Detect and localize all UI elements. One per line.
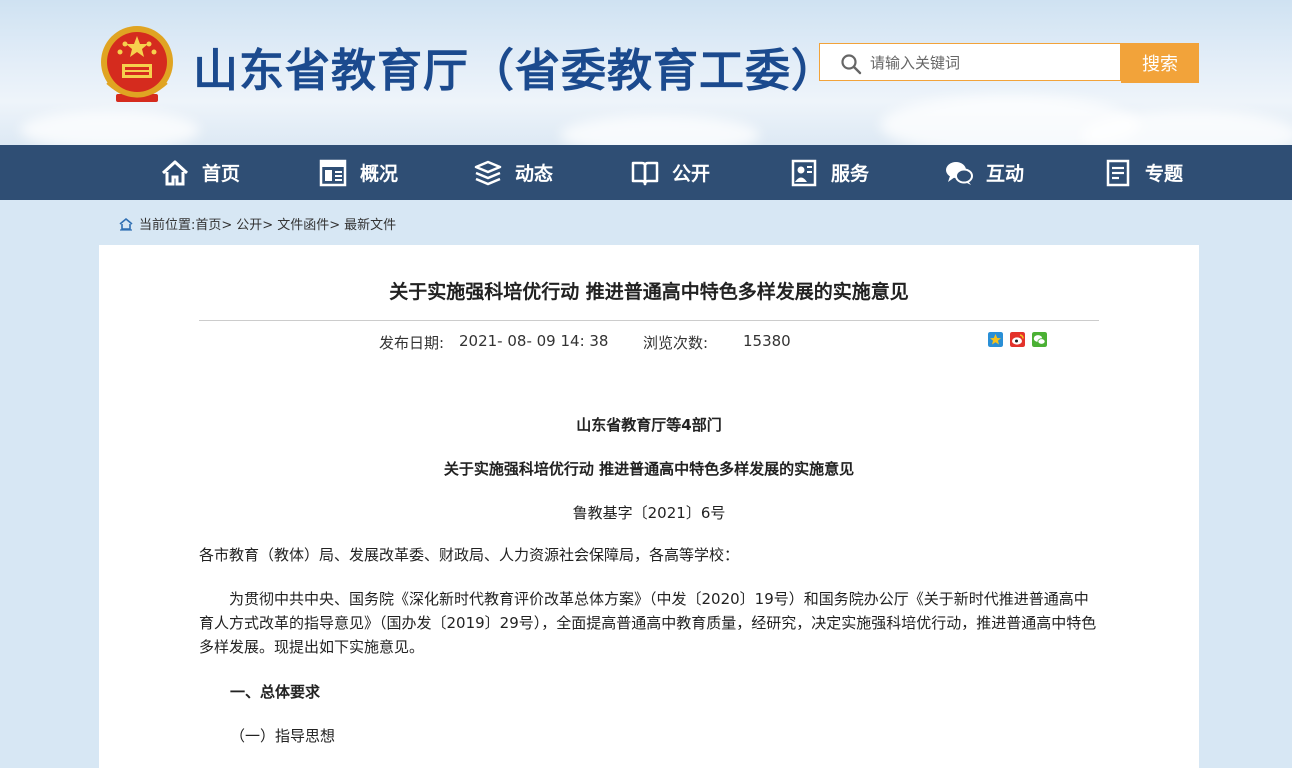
recipients-paragraph: 各市教育（教体）局、发展改革委、财政局、人力资源社会保障局，各高等学校： bbox=[199, 546, 740, 564]
views-count: 15380 bbox=[743, 332, 791, 350]
article-title: 关于实施强科培优行动 推进普通高中特色多样发展的实施意见 bbox=[389, 281, 909, 303]
views-label: 浏览次数: bbox=[643, 334, 709, 352]
search-input[interactable] bbox=[868, 48, 1117, 78]
nav-item-interact[interactable]: 互动 bbox=[944, 145, 1024, 200]
document-number: 鲁教基字〔2021〕6号 bbox=[572, 504, 726, 522]
breadcrumb-prefix: 当前位置: bbox=[139, 218, 196, 233]
breadcrumb-home-icon bbox=[119, 217, 133, 231]
nav-item-home[interactable]: 首页 bbox=[160, 145, 240, 200]
service-icon bbox=[791, 159, 817, 186]
section-heading: 一、总体要求 bbox=[230, 683, 321, 701]
publish-label: 发布日期: bbox=[379, 334, 445, 352]
nav-label: 公开 bbox=[672, 163, 711, 185]
publish-date: 2021- 08- 09 14: 38 bbox=[459, 332, 609, 350]
nav-label: 专题 bbox=[1145, 163, 1184, 185]
weibo-share-icon[interactable] bbox=[1010, 332, 1025, 347]
title-divider bbox=[199, 320, 1099, 321]
nav-item-topics[interactable]: 专题 bbox=[1103, 145, 1183, 200]
overview-icon bbox=[319, 159, 347, 186]
news-stack-icon bbox=[474, 160, 502, 185]
breadcrumb: 当前位置: 首页> 公开> 文件函件> 最新文件 bbox=[119, 214, 396, 233]
site-header: 山东省教育厅（省委教育工委） 搜索 bbox=[0, 0, 1292, 145]
breadcrumb-item-home[interactable]: 首页> bbox=[195, 214, 232, 233]
search-button[interactable]: 搜索 bbox=[1121, 43, 1199, 83]
nav-label: 首页 bbox=[202, 163, 241, 185]
nav-item-overview[interactable]: 概况 bbox=[318, 145, 398, 200]
book-icon bbox=[631, 161, 659, 185]
national-emblem-icon bbox=[101, 26, 173, 102]
main-nav: 首页 概况 动态 公开 服务 互动 专题 bbox=[0, 145, 1292, 200]
nav-item-news[interactable]: 动态 bbox=[473, 145, 553, 200]
breadcrumb-item-documents[interactable]: 文件函件> bbox=[277, 214, 340, 233]
article-panel: 关于实施强科培优行动 推进普通高中特色多样发展的实施意见 发布日期: 2021-… bbox=[99, 245, 1199, 768]
site-title: 山东省教育厅（省委教育工委） bbox=[193, 44, 838, 97]
issuer: 山东省教育厅等4部门 bbox=[576, 416, 722, 434]
breadcrumb-item-latest[interactable]: 最新文件 bbox=[344, 214, 396, 233]
nav-label: 服务 bbox=[831, 163, 870, 185]
nav-item-service[interactable]: 服务 bbox=[789, 145, 869, 200]
wechat-share-icon[interactable] bbox=[1032, 332, 1047, 347]
nav-label: 动态 bbox=[515, 163, 554, 185]
nav-label: 互动 bbox=[986, 163, 1025, 185]
document-icon bbox=[1106, 159, 1130, 186]
subsection-heading: （一）指导思想 bbox=[230, 727, 336, 745]
search-box[interactable] bbox=[819, 43, 1121, 81]
nav-item-public[interactable]: 公开 bbox=[630, 145, 710, 200]
chat-icon bbox=[946, 161, 973, 185]
qzone-share-icon[interactable] bbox=[988, 332, 1003, 347]
document-title: 关于实施强科培优行动 推进普通高中特色多样发展的实施意见 bbox=[443, 460, 855, 478]
nav-label: 概况 bbox=[360, 163, 399, 185]
breadcrumb-item-public[interactable]: 公开> bbox=[236, 214, 273, 233]
search-icon bbox=[841, 54, 862, 75]
intro-paragraph: 为贯彻中共中央、国务院《深化新时代教育评价改革总体方案》（中发〔2020〕19号… bbox=[199, 590, 1097, 656]
home-icon bbox=[161, 160, 189, 185]
